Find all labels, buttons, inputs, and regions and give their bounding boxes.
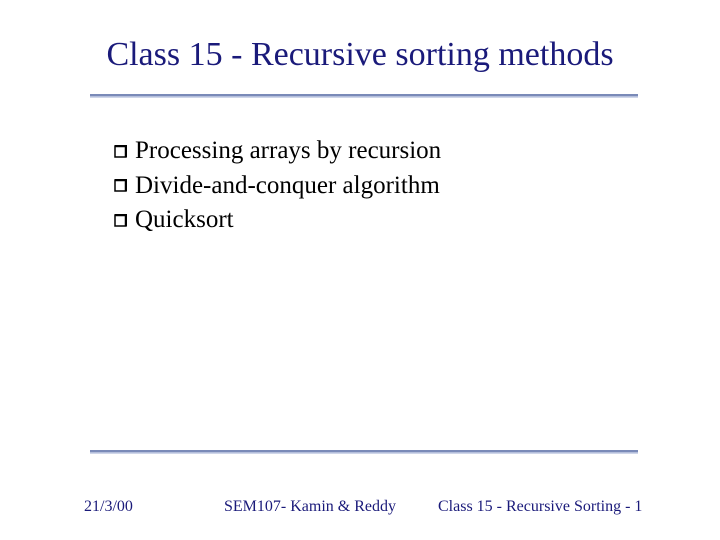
list-item: Quicksort: [114, 204, 441, 237]
bullet-text: Quicksort: [135, 204, 234, 237]
bullet-text: Divide-and-conquer algorithm: [135, 170, 440, 203]
divider-top: [90, 94, 638, 96]
footer-course: SEM107- Kamin & Reddy: [224, 498, 396, 516]
square-bullet-icon: [114, 214, 127, 227]
square-bullet-icon: [114, 179, 127, 192]
slide: Class 15 - Recursive sorting methods Pro…: [0, 0, 720, 540]
footer-page: Class 15 - Recursive Sorting - 1: [438, 498, 642, 516]
footer-date: 21/3/00: [84, 498, 133, 516]
divider-bottom: [90, 450, 638, 452]
slide-title: Class 15 - Recursive sorting methods: [0, 0, 720, 74]
list-item: Divide-and-conquer algorithm: [114, 170, 441, 203]
bullet-text: Processing arrays by recursion: [135, 135, 441, 168]
content-list: Processing arrays by recursion Divide-an…: [114, 135, 441, 239]
square-bullet-icon: [114, 145, 127, 158]
list-item: Processing arrays by recursion: [114, 135, 441, 168]
